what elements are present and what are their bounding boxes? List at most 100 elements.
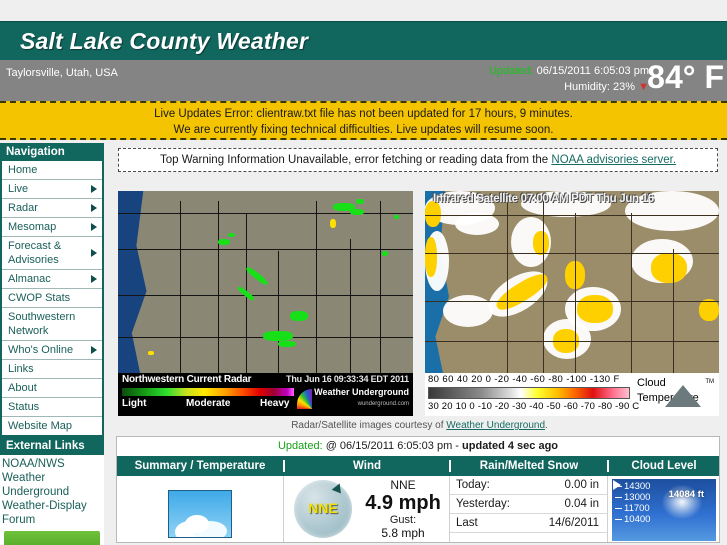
mountain-icon [665,385,701,407]
wu-url: wunderground.com [357,401,409,407]
satellite-image[interactable]: Infrared Satellite 07:00 AM PDT Thu Jun … [425,191,719,416]
cloud-gauge-scale: 14300 13000 11700 10400 [615,481,650,525]
tick-mark-icon [615,496,622,498]
sidebar-item-label: Southwestern Network [8,311,76,337]
satellite-scale-celsius: 30 20 10 0 -10 -20 -30 -40 -50 -60 -70 -… [428,401,640,412]
sidebar-item-label: Almanac [8,273,51,285]
rain-label: Last [456,517,478,529]
radar-legend-moderate: Moderate [186,398,231,409]
cloud-tick-3: 11700 [624,503,650,514]
cloud-tick-2: 13000 [624,492,651,503]
header-updated: Updated: 06/15/2011 6:05:03 pm [489,65,649,77]
cell-summary-temperature [117,476,283,542]
external-link-weather-underground[interactable]: Weather Underground [0,471,104,499]
radar-caption: Northwestern Current Radar Thu Jun 16 09… [118,373,413,416]
tick-mark-icon [615,485,622,487]
page-title: Salt Lake County Weather [20,28,309,54]
top-warning-text: Top Warning Information Unavailable, err… [159,154,552,166]
cloud-level-gauge: 14300 13000 11700 10400 14084 ft [612,479,716,541]
cell-cloud-level: 14300 13000 11700 10400 14084 ft [607,476,719,542]
sidebar-item-almanac[interactable]: Almanac [2,270,102,289]
live-updates-error-banner: Live Updates Error: clientraw.txt file h… [0,101,727,140]
satellite-map-land [425,191,719,373]
wind-gust-label: Gust: [389,514,417,526]
sidebar-green-banner[interactable] [4,531,100,545]
alert-line-1: Live Updates Error: clientraw.txt file h… [154,108,573,120]
cloud-tick-1: 14300 [624,481,651,492]
external-link-weather-display-forum[interactable]: Weather-Display Forum [0,499,104,527]
sidebar-item-southwestern-network[interactable]: Southwestern Network [2,308,102,341]
noaa-advisories-link[interactable]: NOAA advisories server. [551,154,676,166]
rain-label: Yesterday: [456,498,510,510]
sidebar-item-live[interactable]: Live [2,180,102,199]
compass-direction-label: NNE [308,500,338,516]
table-header-row: Summary / Temperature Wind Rain/Melted S… [117,456,719,476]
sidebar-item-label: Mesomap [8,221,57,233]
sidebar-item-radar[interactable]: Radar [2,199,102,218]
wind-gust-value: 5.8 mph [381,526,425,540]
rain-label: Today: [456,479,490,491]
cell-rain: Today: 0.00 in Yesterday: 0.04 in Last 1… [449,476,607,542]
wu-name: Weather Underground [314,387,409,397]
sidebar-item-label: Website Map [8,420,72,432]
radar-satellite-row: Northwestern Current Radar Thu Jun 16 09… [118,191,719,416]
wind-compass-icon: NNE [294,480,352,538]
current-temperature: 84° F [647,59,724,95]
sidebar-item-mesomap[interactable]: Mesomap [2,218,102,237]
satellite-color-bar [428,387,630,399]
courtesy-text: Radar/Satellite images courtesy of [291,420,447,431]
image-courtesy-note: Radar/Satellite images courtesy of Weath… [112,420,727,431]
sidebar-item-cwop-stats[interactable]: CWOP Stats [2,289,102,308]
sidebar: Navigation Home Live Radar Mesomap Forec… [0,143,104,545]
header-humidity: Humidity: 23% ▼ [564,81,649,93]
trademark-label: TM [705,379,714,385]
external-links-list: NOAA/NWS Weather Underground Weather-Dis… [0,455,104,527]
table-updated-label: Updated: [277,440,323,452]
header-updated-value: 06/15/2011 6:05:03 pm [536,65,649,77]
sidebar-item-website-map[interactable]: Website Map [2,417,102,435]
top-warning-box: Top Warning Information Unavailable, err… [118,148,718,172]
wu-mountain-logo: TM [659,379,715,411]
sidebar-item-label: CWOP Stats [8,292,71,304]
sidebar-item-about[interactable]: About [2,379,102,398]
sidebar-item-status[interactable]: Status [2,398,102,417]
sidebar-item-label: Who's Online [8,344,74,356]
header-updated-label: Updated: [488,65,534,77]
satellite-scale-fahrenheit: 80 60 40 20 0 -20 -40 -60 -80 -100 -130 … [428,374,620,385]
radar-timestamp: Thu Jun 16 09:33:34 EDT 2011 [286,374,409,384]
cell-wind: NNE NNE 4.9 mph Gust: 5.8 mph [283,476,449,542]
sidebar-item-label: Status [8,401,40,413]
sidebar-item-home[interactable]: Home [2,161,102,180]
sidebar-item-label: Live [8,183,29,195]
rain-row-last: Last 14/6/2011 [450,514,607,533]
radar-legend-light: Light [122,398,147,409]
alert-line-2: We are currently fixing technical diffic… [173,124,554,136]
compass-needle-icon [331,481,345,494]
navigation-list: Home Live Radar Mesomap Forecast & Advis… [0,161,104,437]
radar-image[interactable]: Northwestern Current Radar Thu Jun 16 09… [118,191,413,416]
chevron-right-icon [91,185,97,193]
satellite-title: Infrared Satellite 07:00 AM PDT Thu Jun … [433,193,654,205]
navigation-heading: Navigation [0,143,104,161]
site-title-bar: Salt Lake County Weather [0,21,727,60]
station-location: Taylorsville, Utah, USA [6,67,118,79]
weather-underground-logo: Weather Underground wunderground.com [314,387,409,409]
chevron-right-icon [91,249,97,257]
cloud-shape [185,515,209,533]
sidebar-item-label: Radar [8,202,38,214]
sidebar-item-label: Forecast & Advisories [8,240,62,266]
chevron-right-icon [91,275,97,283]
table-updated-value: @ 06/15/2011 6:05:03 pm - [325,440,463,452]
sidebar-item-forecast-advisories[interactable]: Forecast & Advisories [2,237,102,270]
station-summary-bar: Taylorsville, Utah, USA Updated: 06/15/2… [0,59,727,101]
weather-underground-link[interactable]: Weather Underground [446,420,545,431]
sidebar-item-whos-online[interactable]: Who's Online [2,341,102,360]
table-updated-ago: updated 4 sec ago [462,440,559,452]
humidity-label: Humidity: [564,81,610,93]
tick-mark-icon [615,518,622,520]
sidebar-item-links[interactable]: Links [2,360,102,379]
external-link-noaa-nws[interactable]: NOAA/NWS [0,457,104,471]
sidebar-item-label: About [8,382,37,394]
sidebar-item-label: Links [8,363,34,375]
radar-title: Northwestern Current Radar [122,374,252,385]
